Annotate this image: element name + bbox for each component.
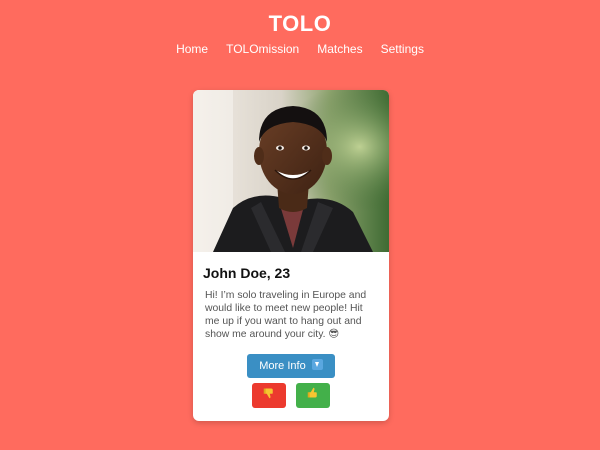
thumbs-up-icon: [307, 387, 317, 398]
app-title: TOLO: [268, 11, 332, 36]
header: TOLO: [0, 10, 600, 38]
more-info-label: More Info: [259, 360, 306, 372]
like-button[interactable]: [296, 383, 330, 408]
thumbs-down-icon: [263, 388, 273, 399]
nav-tolomission[interactable]: TOLOmission: [217, 42, 308, 56]
profile-photo: [193, 90, 389, 252]
main-nav: Home TOLOmission Matches Settings: [0, 42, 600, 56]
nav-matches[interactable]: Matches: [308, 42, 371, 56]
down-arrow-icon: [311, 359, 323, 370]
dislike-button[interactable]: [252, 383, 286, 408]
profile-photo-image: [193, 90, 389, 252]
profile-bio: Hi! I’m solo traveling in Europe and wou…: [205, 290, 367, 340]
nav-settings[interactable]: Settings: [372, 42, 433, 56]
profile-name: John Doe, 23: [203, 265, 291, 281]
profile-card: John Doe, 23 Hi! I’m solo traveling in E…: [193, 90, 389, 421]
nav-home[interactable]: Home: [167, 42, 217, 56]
more-info-button[interactable]: More Info: [247, 354, 335, 378]
